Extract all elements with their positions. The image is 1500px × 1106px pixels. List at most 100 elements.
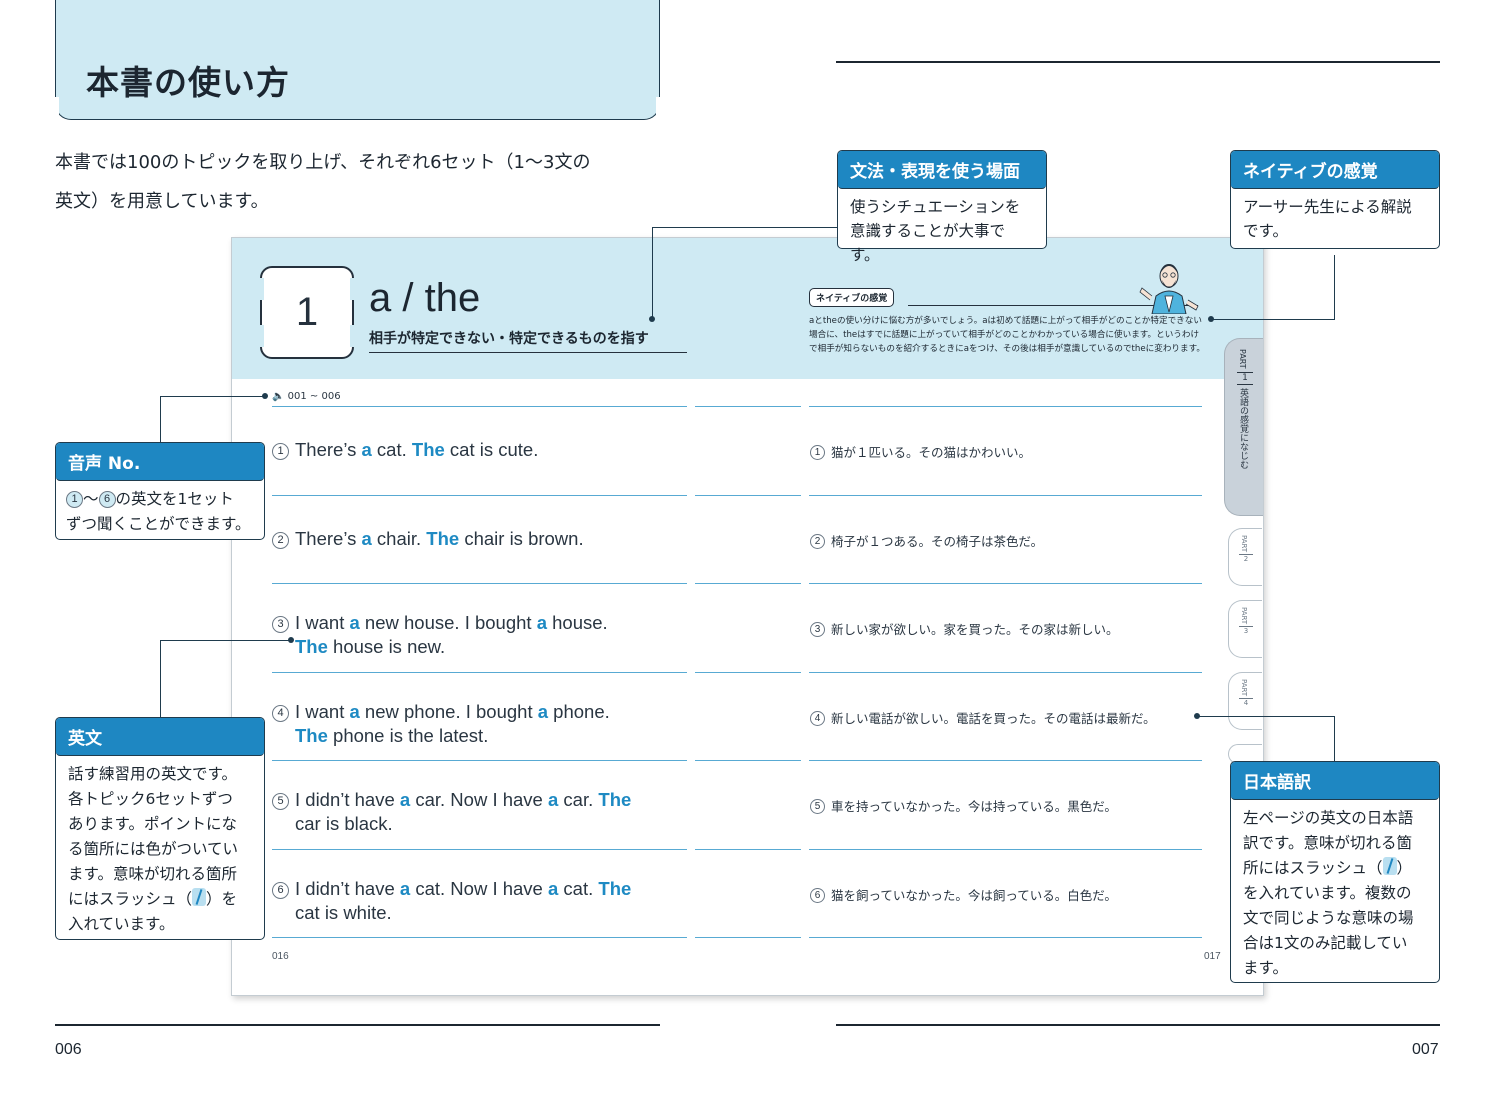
japanese-translation: 1 猫が１匹いる。その猫はかわいい。: [810, 442, 1210, 461]
callout-japanese: 日本語訳 左ページの英文の日本語 訳です。意味が切れる箇 所にはスラッシュ（） …: [1230, 761, 1440, 983]
sentence-text: cat is white.: [295, 901, 392, 923]
callout-scene-line-1: 使うシチュエーションを: [850, 198, 1021, 216]
part4-tab-part: PART: [1240, 679, 1248, 697]
native-sense-tag: ネイティブの感覚: [809, 288, 895, 307]
translation-number: 5: [810, 799, 825, 814]
callout-english-l1: 話す練習用の英文です。: [68, 765, 237, 783]
sentence-text: new phone. I bought: [359, 700, 538, 722]
topic-title: a / the: [369, 276, 481, 320]
sentence-number: 2: [272, 531, 289, 549]
translation-number: 4: [810, 710, 825, 726]
sentence-text: cat.: [558, 877, 599, 899]
part1-tab[interactable]: PART 1 英語の感覚になじむ: [1224, 338, 1263, 516]
row-divider: [272, 760, 687, 762]
english-sentence: 5I didn’t have a car. Now I have a car. …: [272, 788, 692, 836]
callout-scene-head: 文法・表現を使う場面: [838, 151, 1046, 189]
translation-text: 猫が１匹いる。その猫はかわいい。: [831, 445, 1032, 460]
translation-text: 猫を飼っていなかった。今は飼っている。白色だ。: [831, 887, 1117, 903]
sample-spread: 1 a / the 相手が特定できない・特定できるものを指す ネイティブの感覚 …: [231, 237, 1264, 996]
callout-audio-circle-1: 1: [66, 491, 83, 508]
row-divider: [272, 583, 687, 585]
translation-number: 3: [810, 622, 825, 637]
part3-tab[interactable]: PART 3: [1228, 600, 1262, 658]
audio-track-label: 🔈 001 ~ 006: [272, 391, 341, 402]
callout-english: 英文 話す練習用の英文です。 各トピック6セットずつ あります。ポイントにな る…: [55, 717, 265, 940]
sentence-text: cat is cute.: [444, 439, 539, 460]
leader-native-h: [1212, 319, 1335, 321]
highlight-article: a: [361, 439, 372, 460]
row-divider: [272, 937, 687, 939]
highlight-article: The: [295, 636, 328, 657]
row-divider: [695, 848, 801, 850]
page-number-left: 006: [55, 1041, 82, 1058]
callout-japanese-l7: ます。: [1243, 959, 1288, 977]
translation-number: 2: [810, 533, 825, 549]
callout-japanese-l3: 所にはスラッシュ（: [1243, 859, 1383, 877]
part2-tab[interactable]: PART 2: [1228, 528, 1262, 586]
callout-english-l3: あります。ポイントにな: [68, 815, 237, 833]
sentence-number: 5: [272, 793, 289, 810]
page-title: 本書の使い方: [86, 63, 290, 102]
callout-english-l4: る箇所には色がついてい: [68, 840, 239, 858]
leader-audio-h: [160, 396, 264, 398]
callout-audio-tilde: 〜: [83, 490, 99, 508]
part3-tab-part: PART: [1240, 607, 1248, 625]
part3-tab-num: 3: [1239, 626, 1253, 636]
english-sentence: 6I didn’t have a cat. Now I have a cat. …: [272, 877, 692, 925]
leader-japanese-h: [1198, 716, 1335, 718]
callout-japanese-l2: 訳です。意味が切れる箇: [1243, 834, 1412, 852]
slash-icon: [1382, 857, 1397, 875]
leader-scene-h: [652, 227, 837, 229]
japanese-translation: 6 猫を飼っていなかった。今は飼っている。白色だ。: [810, 885, 1210, 904]
english-sentence: 3 I want a new house. I bought a house. Th…: [272, 611, 692, 659]
english-sentence: 4 I want a new phone. I bought a phone. Th…: [272, 700, 692, 748]
row-divider: [809, 848, 1202, 850]
leader-audio-dot: [262, 393, 268, 399]
spread-header: 1 a / the 相手が特定できない・特定できるものを指す ネイティブの感覚 …: [232, 238, 1263, 516]
sentence-text: chair.: [371, 527, 427, 549]
callout-scene: 文法・表現を使う場面 使うシチュエーションを 意識することが大事です。: [837, 150, 1047, 264]
sentence-text: I didn’t have: [295, 789, 400, 810]
callout-japanese-l6: 合は1文のみ記載してい: [1243, 934, 1408, 952]
sentence-text: car is black.: [295, 813, 393, 834]
topic-subtitle: 相手が特定できない・特定できるものを指す: [369, 328, 687, 353]
translation-text: 椅子が１つある。その椅子は茶色だ。: [831, 533, 1044, 549]
japanese-translation: 2 椅子が１つある。その椅子は茶色だ。: [810, 531, 1210, 550]
callout-japanese-l4: を入れています。複数の: [1243, 884, 1412, 902]
leader-native-v: [1334, 255, 1336, 320]
highlight-article: a: [548, 877, 559, 899]
row-divider: [695, 406, 801, 408]
callout-japanese-l3b: ）: [1396, 859, 1413, 877]
part4-tab-num: 4: [1239, 698, 1253, 708]
highlight-article: a: [536, 612, 547, 633]
part2-tab-part: PART: [1240, 535, 1248, 553]
sentence-text: house is new.: [327, 636, 446, 657]
callout-audio: 音声 No. 1 〜 6 の英文を1セット ずつ聞くことができます。: [55, 442, 265, 540]
intro-line-2: 英文）を用意しています。: [55, 191, 269, 212]
callout-japanese-l5: 文で同じような意味の場: [1243, 909, 1414, 927]
callout-native-head: ネイティブの感覚: [1231, 151, 1439, 189]
page-title-box: 本書の使い方: [51, 0, 664, 123]
highlight-article: The: [411, 439, 445, 460]
leader-english-v: [160, 640, 162, 717]
part1-tab-num: 1: [1237, 371, 1253, 385]
leader-english-dot: [288, 637, 294, 643]
row-divider: [809, 937, 1202, 939]
row-divider: [695, 760, 801, 762]
callout-english-l2: 各トピック6セットずつ: [68, 790, 233, 808]
callout-english-l7: 入れています。: [68, 915, 175, 933]
leader-native-dot: [1208, 316, 1214, 322]
sentence-text: I want: [295, 700, 350, 722]
row-divider: [809, 671, 1202, 673]
teacher-illustration: [1139, 264, 1199, 314]
row-divider: [272, 494, 687, 496]
leader-japanese-dot: [1194, 713, 1200, 719]
part4-tab[interactable]: PART 4: [1228, 672, 1262, 730]
highlight-article: a: [399, 877, 411, 899]
highlight-article: a: [349, 612, 360, 633]
speaker-icon: 🔈: [272, 391, 285, 402]
part1-tab-label: 英語の感覚になじむ: [1238, 387, 1248, 469]
highlight-article: a: [548, 789, 559, 810]
sentence-text: car.: [558, 789, 599, 810]
intro-line-1: 本書では100のトピックを取り上げ、それぞれ6セット（1〜3文の: [55, 152, 591, 173]
